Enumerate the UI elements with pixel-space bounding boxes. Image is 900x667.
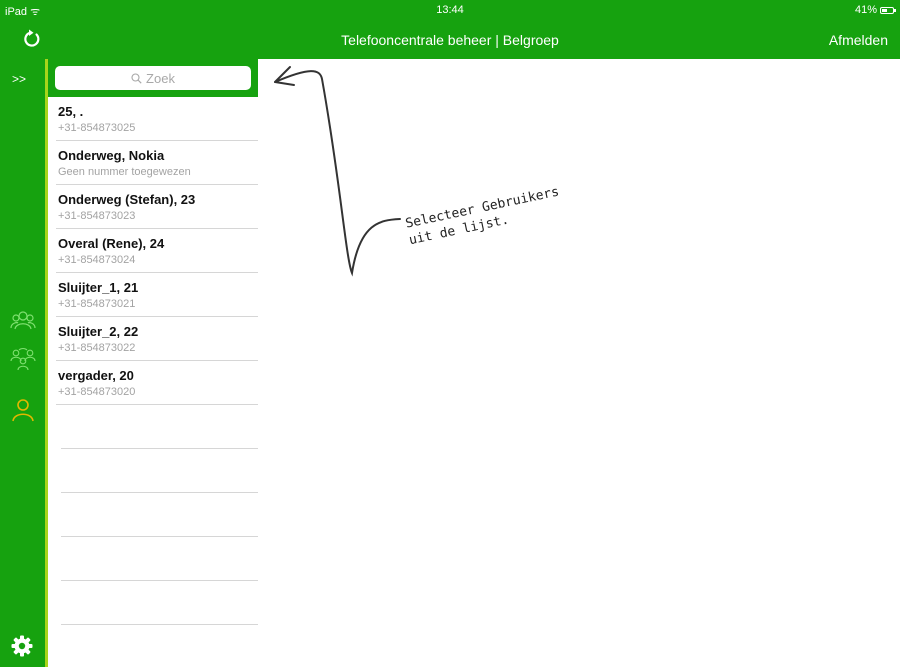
search-bar: Zoek: [48, 59, 258, 97]
user-name: Onderweg, Nokia: [58, 148, 165, 163]
logout-button[interactable]: Afmelden: [829, 32, 888, 48]
annotation-arrow-icon: [274, 66, 401, 277]
expand-button[interactable]: >>: [12, 72, 26, 86]
group-icon[interactable]: [10, 346, 36, 372]
user-number: Geen nummer toegewezen: [58, 166, 191, 178]
user-number: +31-854873025: [58, 122, 136, 134]
user-name: vergader, 20: [58, 368, 134, 383]
list-item[interactable]: Onderweg (Stefan), 23 +31-854873023: [56, 185, 258, 229]
empty-row-divider: [61, 580, 258, 581]
user-name: Sluijter_1, 21: [58, 280, 139, 295]
list-item[interactable]: 25, . +31-854873025: [56, 97, 258, 141]
user-number: +31-854873024: [58, 254, 136, 266]
users-icon[interactable]: [10, 308, 36, 334]
user-icon[interactable]: [10, 397, 36, 423]
battery-percentage: 41%: [854, 4, 877, 16]
user-name: 25, .: [58, 104, 84, 119]
list-item[interactable]: Sluijter_2, 22 +31-854873022: [56, 317, 258, 361]
search-icon: [131, 72, 142, 84]
empty-row-divider: [61, 492, 258, 493]
empty-row-divider: [61, 624, 258, 625]
search-placeholder: Zoek: [146, 70, 175, 86]
user-name: Sluijter_2, 22: [58, 324, 139, 339]
page-title: Telefooncentrale beheer | Belgroep: [341, 32, 559, 48]
user-number: +31-854873022: [58, 342, 136, 354]
sidebar: >>: [0, 59, 48, 667]
battery-icon: [880, 6, 896, 14]
user-number: +31-854873021: [58, 298, 136, 310]
gear-icon[interactable]: [11, 635, 33, 657]
user-name: Overal (Rene), 24: [58, 236, 165, 251]
empty-row-divider: [61, 536, 258, 537]
user-number: +31-854873020: [58, 386, 136, 398]
user-number: +31-854873023: [58, 210, 136, 222]
nav-bar: Telefooncentrale beheer | Belgroep Afmel…: [0, 20, 900, 59]
clock: 13:44: [436, 4, 464, 16]
search-input[interactable]: Zoek: [55, 66, 251, 90]
list-item[interactable]: Sluijter_1, 21 +31-854873021: [56, 273, 258, 317]
status-bar: iPad ᯤ 13:44 41%: [0, 0, 900, 20]
battery-status: 41%: [854, 4, 896, 16]
list-item[interactable]: Onderweg, Nokia Geen nummer toegewezen: [56, 141, 258, 185]
empty-row-divider: [61, 448, 258, 449]
user-name: Onderweg (Stefan), 23: [58, 192, 196, 207]
user-list-panel: Zoek 25, . +31-854873025 Onderweg, Nokia…: [48, 59, 258, 667]
list-item[interactable]: vergader, 20 +31-854873020: [56, 361, 258, 405]
list-item[interactable]: Overal (Rene), 24 +31-854873024: [56, 229, 258, 273]
